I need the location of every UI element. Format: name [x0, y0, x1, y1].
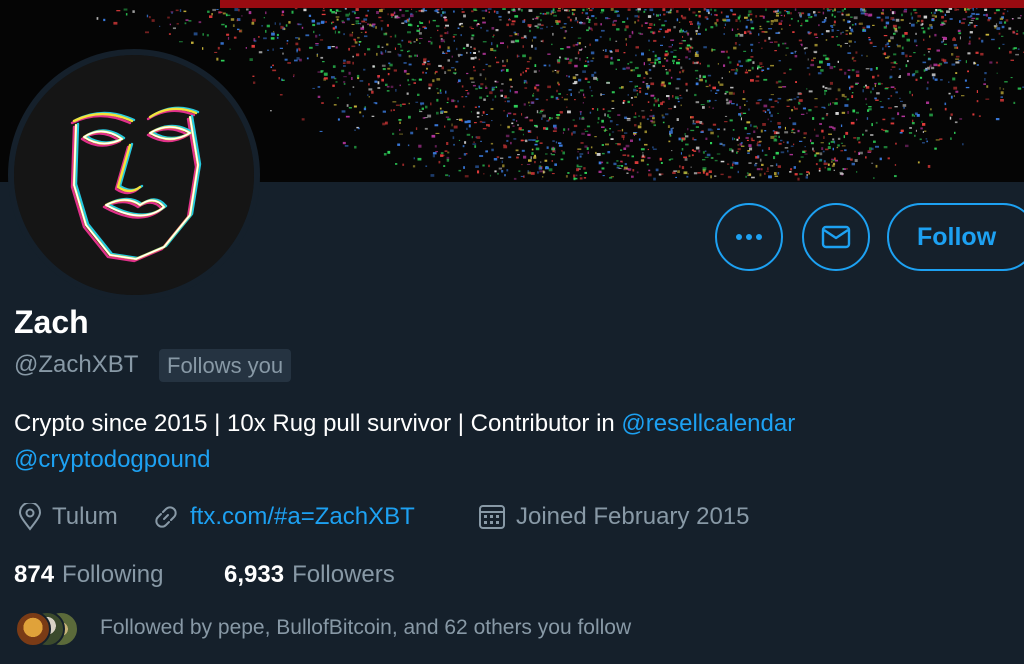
joined-text: Joined February 2015: [516, 503, 750, 530]
following-count: 874: [14, 561, 55, 588]
more-options-button[interactable]: [715, 203, 783, 271]
following-stat[interactable]: 874 Following: [14, 557, 163, 593]
follow-button[interactable]: Follow: [887, 203, 1024, 271]
bio-mention-cryptodogpound[interactable]: @cryptodogpound: [14, 446, 211, 473]
profile-handle: @ZachXBT: [14, 351, 139, 378]
followers-stat[interactable]: 6,933 Followers: [224, 557, 395, 593]
more-dots-icon: [736, 234, 762, 240]
avatar[interactable]: [14, 55, 254, 295]
avatar: [15, 611, 51, 647]
website-link[interactable]: ftx.com/#a=ZachXBT: [190, 503, 415, 531]
profile-bio: Crypto since 2015 | 10x Rug pull survivo…: [14, 406, 1014, 478]
profile-name: Zach: [14, 304, 89, 340]
bio-mention-resellcalendar[interactable]: @resellcalendar: [621, 410, 795, 437]
follows-you-badge: Follows you: [159, 349, 292, 382]
followed-by-text[interactable]: Followed by pepe, BullofBitcoin, and 62 …: [100, 612, 631, 644]
followers-you-know-avatars[interactable]: [15, 611, 81, 647]
location-pin-icon: [18, 503, 42, 531]
profile-joined: Joined February 2015: [478, 499, 749, 535]
followers-label: Followers: [292, 561, 395, 588]
calendar-icon: [479, 505, 505, 529]
bio-text: Crypto since 2015 | 10x Rug pull survivo…: [14, 410, 622, 437]
message-button[interactable]: [802, 203, 870, 271]
location-text: Tulum: [52, 503, 118, 530]
followers-count: 6,933: [224, 561, 285, 588]
link-icon: [155, 506, 177, 528]
profile-website[interactable]: ftx.com/#a=ZachXBT: [152, 499, 415, 535]
profile-location: Tulum: [18, 499, 118, 535]
following-label: Following: [62, 561, 164, 588]
follow-button-label: Follow: [917, 222, 997, 251]
envelope-icon: [821, 225, 851, 249]
